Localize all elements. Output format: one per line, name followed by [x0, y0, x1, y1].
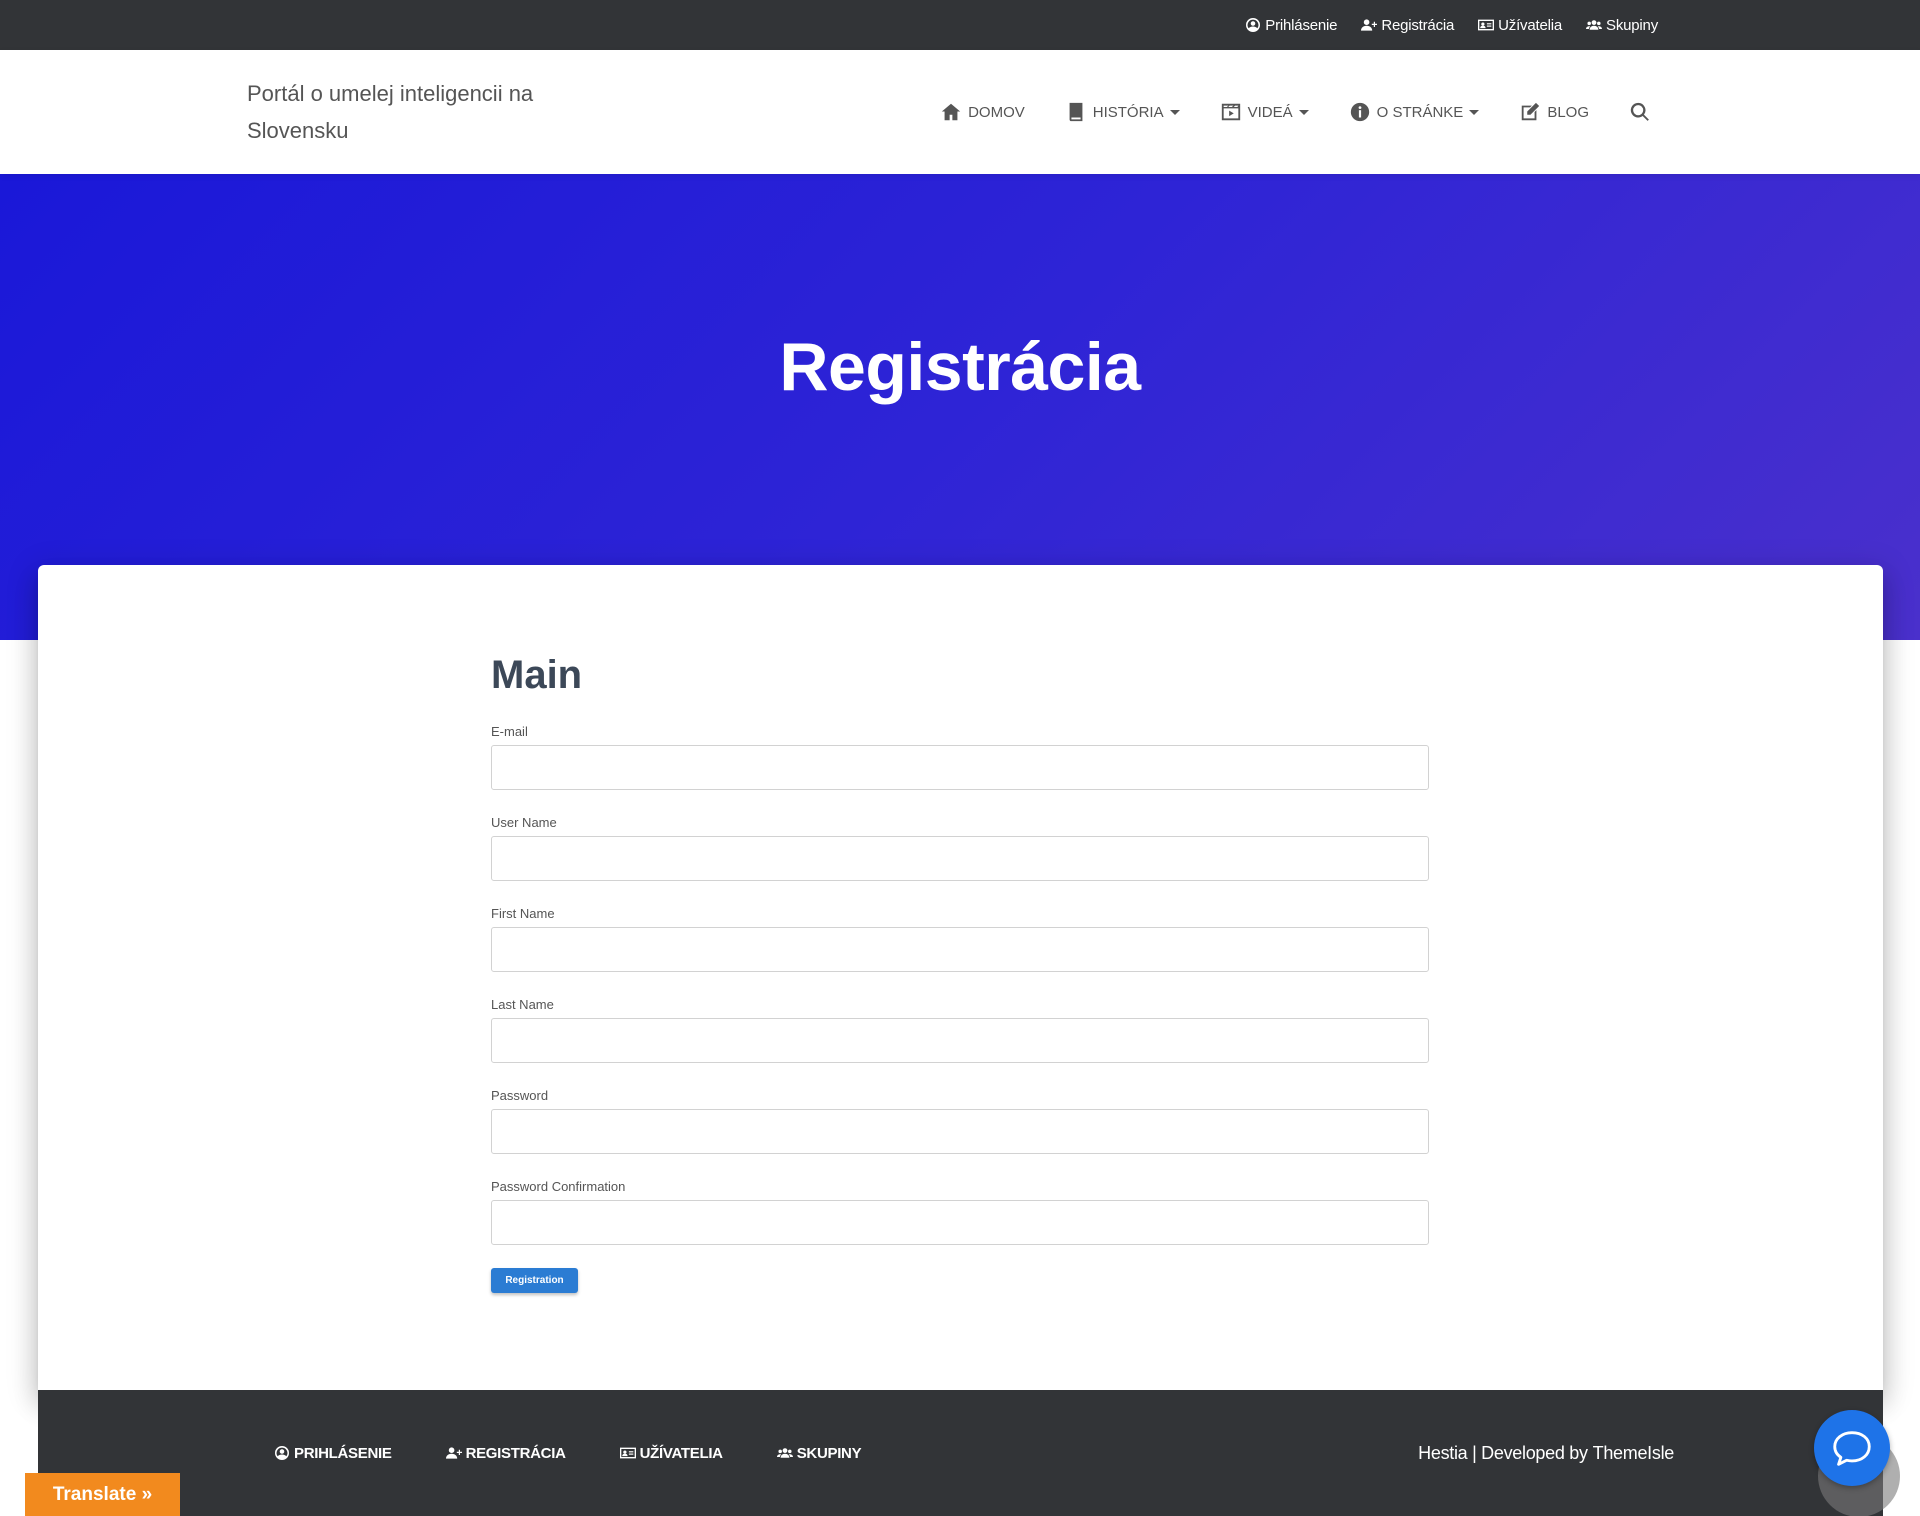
footer-item-users[interactable]: Užívatelia	[619, 1444, 723, 1462]
nav-item-label: Videá	[1247, 103, 1293, 121]
nav-item-history[interactable]: História	[1065, 101, 1180, 123]
username-label: User Name	[491, 815, 557, 830]
topbar-item-label: Skupiny	[1606, 16, 1658, 34]
top-bar: Prihlásenie Registrácia Užívatelia Skupi…	[0, 0, 1920, 50]
nav-item-home[interactable]: Domov	[940, 101, 1025, 123]
nav-item-label: Domov	[968, 103, 1025, 121]
footer-item-login[interactable]: Prihlásenie	[274, 1445, 392, 1462]
content-card: Main E-mail User Name First Name Last Na…	[38, 565, 1883, 1390]
footer-item-label: Prihlásenie	[294, 1444, 392, 1462]
chevron-down-icon	[1298, 109, 1309, 115]
user-circle-icon	[1246, 18, 1261, 32]
chevron-down-icon	[1169, 109, 1180, 115]
search-button[interactable]	[1629, 101, 1651, 123]
footer-item-groups[interactable]: Skupiny	[776, 1444, 862, 1462]
user-plus-icon	[1361, 19, 1378, 31]
topbar-item-users[interactable]: Užívatelia	[1478, 17, 1562, 34]
topbar-item-label: Registrácia	[1381, 16, 1455, 34]
chat-bubble-icon	[1833, 1431, 1871, 1466]
password-label: Password	[491, 1088, 549, 1103]
first-name-field[interactable]	[491, 927, 1429, 972]
search-icon	[1630, 102, 1649, 121]
users-icon	[776, 1448, 793, 1458]
page-title: Registrácia	[779, 329, 1141, 405]
translate-button[interactable]: Translate »	[25, 1473, 180, 1516]
username-field[interactable]	[491, 836, 1429, 881]
top-bar-nav: Prihlásenie Registrácia Užívatelia Skupi…	[1221, 0, 1658, 50]
footer-credit-text: Hestia | Developed by	[1418, 1442, 1588, 1463]
book-icon	[1069, 102, 1083, 122]
nav-item-label: Blog	[1547, 103, 1589, 121]
topbar-item-groups[interactable]: Skupiny	[1586, 17, 1658, 34]
chat-button[interactable]	[1814, 1410, 1890, 1486]
themeisle-link[interactable]: ThemeIsle	[1593, 1443, 1675, 1464]
email-field[interactable]	[491, 745, 1429, 790]
password-field[interactable]	[491, 1109, 1429, 1154]
footer-item-label: Skupiny	[796, 1444, 862, 1462]
footer-nav: Prihlásenie Registrácia Užívatelia Skupi…	[274, 1390, 915, 1516]
edit-icon	[1522, 102, 1540, 121]
nav-item-blog[interactable]: Blog	[1519, 101, 1589, 123]
site-footer: Prihlásenie Registrácia Užívatelia Skupi…	[38, 1390, 1883, 1516]
password-confirmation-label: Password Confirmation	[491, 1179, 626, 1194]
footer-item-label: Registrácia	[465, 1444, 566, 1462]
nav-item-about[interactable]: O stránke	[1349, 101, 1480, 123]
home-icon	[941, 103, 961, 121]
id-card-icon	[1478, 19, 1495, 31]
nav-item-videos[interactable]: Videá	[1220, 101, 1309, 123]
nav-item-label: História	[1092, 103, 1164, 121]
topbar-item-label: Prihlásenie	[1265, 16, 1338, 34]
site-header: Portál o umelej inteligencii na Slovensk…	[0, 50, 1920, 174]
users-icon	[1586, 20, 1603, 30]
email-label: E-mail	[491, 724, 528, 739]
main-nav: Domov História Videá O stránke Blog	[900, 50, 1651, 174]
password-confirmation-field[interactable]	[491, 1200, 1429, 1245]
last-name-label: Last Name	[491, 997, 554, 1012]
form-heading: Main	[491, 653, 583, 697]
user-plus-icon	[445, 1447, 462, 1459]
footer-item-register[interactable]: Registrácia	[445, 1444, 566, 1462]
topbar-item-register[interactable]: Registrácia	[1361, 17, 1454, 34]
info-icon	[1350, 102, 1369, 122]
topbar-item-label: Užívatelia	[1498, 16, 1563, 34]
last-name-field[interactable]	[491, 1018, 1429, 1063]
first-name-label: First Name	[491, 906, 555, 921]
nav-item-label: O stránke	[1376, 103, 1464, 121]
chevron-down-icon	[1469, 109, 1480, 115]
footer-credit: Hestia | Developed by ThemeIsle	[1418, 1390, 1674, 1516]
id-card-icon	[619, 1447, 636, 1459]
registration-button[interactable]: Registration	[491, 1268, 578, 1293]
site-brand[interactable]: Portál o umelej inteligencii na Slovensk…	[247, 75, 567, 149]
film-icon	[1221, 103, 1240, 121]
user-circle-icon	[275, 1446, 289, 1460]
footer-item-label: Užívatelia	[639, 1444, 723, 1462]
topbar-item-login[interactable]: Prihlásenie	[1245, 16, 1338, 34]
